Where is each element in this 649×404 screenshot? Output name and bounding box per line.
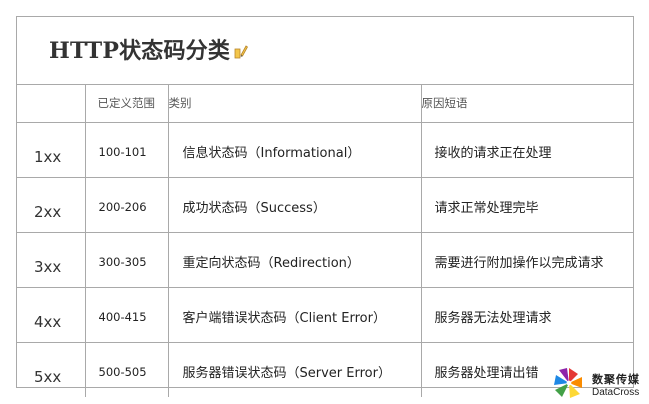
cell-type: 重定向状态码（Redirection） [168, 232, 422, 288]
datacross-logo: 数聚传媒 DataCross [552, 362, 648, 402]
cell-code: 5xx [17, 342, 86, 397]
pinwheel-logo-icon [552, 366, 586, 404]
page-title: HTTP状态码分类 [49, 33, 249, 65]
cell-type: 客户端错误状态码（Client Error） [168, 287, 422, 343]
title-row: HTTP状态码分类 [17, 17, 633, 85]
status-code-table: 已定义范围 类别 原因短语 1xx 100-101 信息状态码（Informat… [17, 85, 633, 397]
cell-range: 100-101 [85, 122, 169, 178]
table-row: 2xx 200-206 成功状态码（Success） 请求正常处理完毕 [17, 177, 633, 233]
table-header-row: 已定义范围 类别 原因短语 [17, 85, 633, 123]
header-range: 已定义范围 [85, 85, 169, 123]
cell-reason: 服务器无法处理请求 [421, 287, 633, 343]
cell-range: 500-505 [85, 342, 169, 397]
cell-range: 200-206 [85, 177, 169, 233]
pencil-icon[interactable] [234, 39, 249, 65]
cell-reason: 接收的请求正在处理 [421, 122, 633, 178]
cell-range: 300-305 [85, 232, 169, 288]
cell-range: 400-415 [85, 287, 169, 343]
logo-text-en: DataCross [592, 387, 640, 398]
cell-type: 信息状态码（Informational） [168, 122, 422, 178]
table-row: 5xx 500-505 服务器错误状态码（Server Error） 服务器处理… [17, 342, 633, 397]
cell-reason: 需要进行附加操作以完成请求 [421, 232, 633, 288]
cell-reason: 请求正常处理完毕 [421, 177, 633, 233]
cell-code: 3xx [17, 232, 86, 288]
cell-type: 成功状态码（Success） [168, 177, 422, 233]
header-type: 类别 [168, 85, 422, 123]
status-code-card: HTTP状态码分类 已定义范围 类别 原因短语 1xx 100-101 信息状态… [16, 16, 634, 397]
header-code [17, 85, 86, 123]
table-row: 4xx 400-415 客户端错误状态码（Client Error） 服务器无法… [17, 287, 633, 343]
table-row: 1xx 100-101 信息状态码（Informational） 接收的请求正在… [17, 122, 633, 178]
cell-code: 2xx [17, 177, 86, 233]
cell-type: 服务器错误状态码（Server Error） [168, 342, 422, 397]
cell-code: 1xx [17, 122, 86, 178]
page-title-text: HTTP状态码分类 [49, 38, 231, 64]
table-row: 3xx 300-305 重定向状态码（Redirection） 需要进行附加操作… [17, 232, 633, 288]
logo-text-cn: 数聚传媒 [592, 373, 640, 386]
header-reason: 原因短语 [421, 85, 633, 123]
cell-code: 4xx [17, 287, 86, 343]
